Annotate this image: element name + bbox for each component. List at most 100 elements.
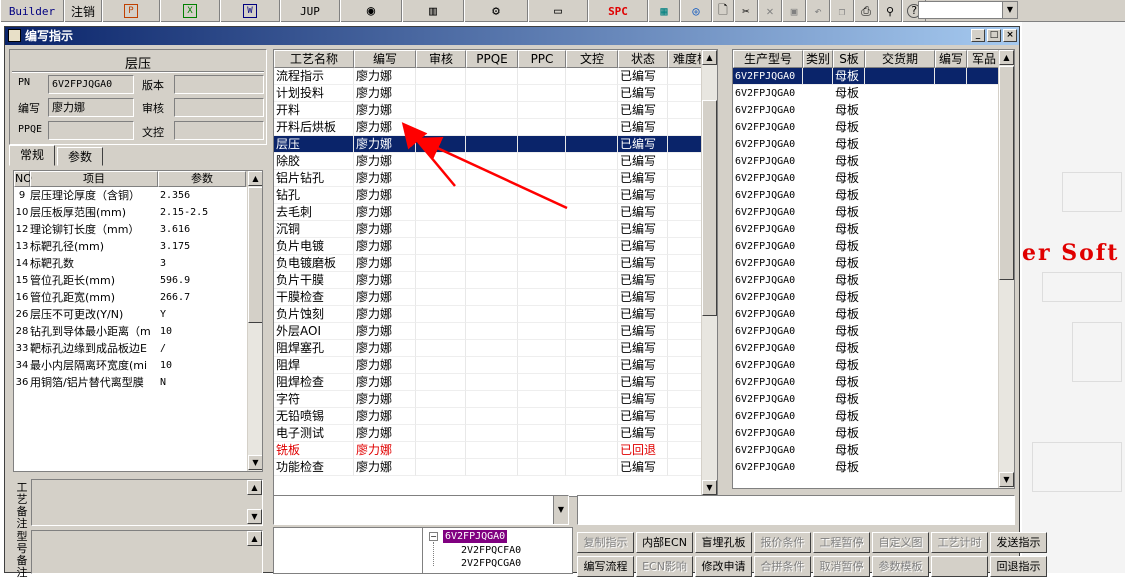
- action-button[interactable]: 编写流程: [577, 556, 634, 577]
- scroll-thumb[interactable]: [999, 66, 1014, 280]
- production-row[interactable]: 6V2FPJQGA0 母板: [733, 425, 1014, 442]
- builder-button[interactable]: Builder: [0, 0, 64, 22]
- production-row[interactable]: 6V2FPJQGA0 母板: [733, 340, 1014, 357]
- production-header-cell[interactable]: 生产型号: [733, 50, 803, 68]
- param-row[interactable]: 15 管位孔距长(mm) 596.9: [14, 272, 262, 289]
- calendar-icon[interactable]: ▦: [648, 0, 680, 22]
- action-button[interactable]: 自定义图: [872, 532, 929, 553]
- production-header-cell[interactable]: S板: [833, 50, 865, 68]
- production-header-cell[interactable]: 类别: [803, 50, 833, 68]
- param-row[interactable]: 16 管位孔距宽(mm) 266.7: [14, 289, 262, 306]
- tree-child[interactable]: 2V2FPQCGA0: [461, 558, 521, 569]
- process-row[interactable]: 阻焊塞孔 廖力娜 已编写: [274, 340, 717, 357]
- production-row[interactable]: 6V2FPJQGA0 母板: [733, 170, 1014, 187]
- action-button[interactable]: 发送指示: [990, 532, 1047, 553]
- production-row[interactable]: 6V2FPJQGA0 母板: [733, 306, 1014, 323]
- param-scrollbar[interactable]: ▲ ▼: [247, 171, 262, 471]
- spc-button[interactable]: SPC: [588, 0, 648, 22]
- scroll-up-icon[interactable]: ▲: [702, 50, 717, 65]
- action-button[interactable]: 报价条件: [754, 532, 811, 553]
- copy-icon[interactable]: ❐: [830, 0, 854, 22]
- param-row[interactable]: 13 标靶孔径(mm) 3.175: [14, 238, 262, 255]
- process-row[interactable]: 开料 廖力娜 已编写: [274, 102, 717, 119]
- logout-button[interactable]: 注销: [64, 0, 102, 22]
- process-row[interactable]: 流程指示 廖力娜 已编写: [274, 68, 717, 85]
- production-header-cell[interactable]: 交货期: [865, 50, 935, 68]
- process-header-cell[interactable]: 状态: [618, 50, 668, 68]
- computer-icon[interactable]: ▭: [528, 0, 588, 22]
- scroll-up-icon[interactable]: ▲: [248, 171, 262, 186]
- production-row[interactable]: 6V2FPJQGA0 母板: [733, 442, 1014, 459]
- audit-field[interactable]: [174, 98, 264, 117]
- powerpoint-icon[interactable]: P: [102, 0, 160, 22]
- process-header-cell[interactable]: PPQE: [466, 50, 518, 68]
- excel-icon[interactable]: X: [160, 0, 220, 22]
- production-row[interactable]: 6V2FPJQGA0 母板: [733, 408, 1014, 425]
- process-combo[interactable]: ▼: [273, 495, 569, 525]
- action-button[interactable]: [931, 556, 988, 577]
- delete-icon[interactable]: ✕: [758, 0, 782, 22]
- process-row[interactable]: 开料后烘板 廖力娜 已编写: [274, 119, 717, 136]
- action-button[interactable]: 修改申请: [695, 556, 752, 577]
- process-row[interactable]: 无铅喷锡 廖力娜 已编写: [274, 408, 717, 425]
- internet-icon[interactable]: ◎: [680, 0, 712, 22]
- tree-root[interactable]: 6V2FPJQGA0: [443, 530, 508, 543]
- process-row[interactable]: 阻焊 廖力娜 已编写: [274, 357, 717, 374]
- window-titlebar[interactable]: 编写指示 _ □ ×: [5, 27, 1019, 45]
- production-row[interactable]: 6V2FPJQGA0 母板: [733, 272, 1014, 289]
- process-row[interactable]: 字符 廖力娜 已编写: [274, 391, 717, 408]
- action-button[interactable]: 工程暂停: [813, 532, 870, 553]
- production-row[interactable]: 6V2FPJQGA0 母板: [733, 119, 1014, 136]
- maximize-button[interactable]: □: [987, 29, 1001, 42]
- production-row[interactable]: 6V2FPJQGA0 母板: [733, 374, 1014, 391]
- production-row[interactable]: 6V2FPJQGA0 母板: [733, 289, 1014, 306]
- production-header-cell[interactable]: 编写: [935, 50, 967, 68]
- action-button[interactable]: 回退指示: [990, 556, 1047, 577]
- process-row[interactable]: 阻焊检查 廖力娜 已编写: [274, 374, 717, 391]
- param-row[interactable]: 14 标靶孔数 3: [14, 255, 262, 272]
- process-row[interactable]: 钻孔 廖力娜 已编写: [274, 187, 717, 204]
- process-row[interactable]: 计划投料 廖力娜 已编写: [274, 85, 717, 102]
- param-row[interactable]: 26 层压不可更改(Y/N) Y: [14, 306, 262, 323]
- process-row[interactable]: 铣板 廖力娜 已回退: [274, 442, 717, 459]
- version-field[interactable]: [174, 75, 264, 94]
- undo-icon[interactable]: ↶: [806, 0, 830, 22]
- process-row[interactable]: 负片电镀 廖力娜 已编写: [274, 238, 717, 255]
- production-row[interactable]: 6V2FPJQGA0 母板: [733, 391, 1014, 408]
- process-row[interactable]: 外层AOI 廖力娜 已编写: [274, 323, 717, 340]
- chevron-down-icon[interactable]: ▼: [553, 496, 568, 524]
- instruction-combo[interactable]: [577, 495, 1015, 525]
- production-row[interactable]: 6V2FPJQGA0 母板: [733, 221, 1014, 238]
- process-row[interactable]: 负片蚀刻 廖力娜 已编写: [274, 306, 717, 323]
- production-row[interactable]: 6V2FPJQGA0 母板: [733, 187, 1014, 204]
- production-header-cell[interactable]: 军品: [967, 50, 1001, 68]
- scroll-down-icon[interactable]: ▼: [247, 509, 262, 524]
- action-button[interactable]: 复制指示: [577, 532, 634, 553]
- production-row[interactable]: 6V2FPJQGA0 母板: [733, 323, 1014, 340]
- tab-general[interactable]: 常规: [9, 145, 56, 166]
- production-row[interactable]: 6V2FPJQGA0 母板: [733, 153, 1014, 170]
- param-row[interactable]: 12 理论铆钉长度（mm） 3.616: [14, 221, 262, 238]
- param-row[interactable]: 28 钻孔到导体最小距离（m 10: [14, 323, 262, 340]
- action-button[interactable]: 合拼条件: [754, 556, 811, 577]
- action-button[interactable]: 工艺计时: [931, 532, 988, 553]
- production-scrollbar[interactable]: ▲ ▼: [998, 50, 1014, 488]
- find-icon[interactable]: ⚲: [878, 0, 902, 22]
- scroll-down-icon[interactable]: ▼: [248, 455, 262, 470]
- process-header-cell[interactable]: 审核: [416, 50, 466, 68]
- scroll-up-icon[interactable]: ▲: [247, 480, 262, 495]
- process-row[interactable]: 去毛刺 廖力娜 已编写: [274, 204, 717, 221]
- minimize-button[interactable]: _: [971, 29, 985, 42]
- scroll-down-icon[interactable]: ▼: [702, 480, 717, 495]
- cut-icon[interactable]: ✂: [734, 0, 758, 22]
- process-row[interactable]: 干膜检查 廖力娜 已编写: [274, 289, 717, 306]
- close-button[interactable]: ×: [1003, 29, 1017, 42]
- scroll-up-icon[interactable]: ▲: [999, 50, 1014, 65]
- action-button[interactable]: 参数模板: [872, 556, 929, 577]
- param-row[interactable]: 33 靶标孔边缘到成品板边E /: [14, 340, 262, 357]
- action-button[interactable]: 取消暂停: [813, 556, 870, 577]
- param-row[interactable]: 34 最小内层隔离环宽度(mi 10: [14, 357, 262, 374]
- process-row[interactable]: 负片干膜 廖力娜 已编写: [274, 272, 717, 289]
- scroll-down-icon[interactable]: ▼: [999, 472, 1014, 487]
- param-row[interactable]: 10 层压板厚范围(mm) 2.15-2.5: [14, 204, 262, 221]
